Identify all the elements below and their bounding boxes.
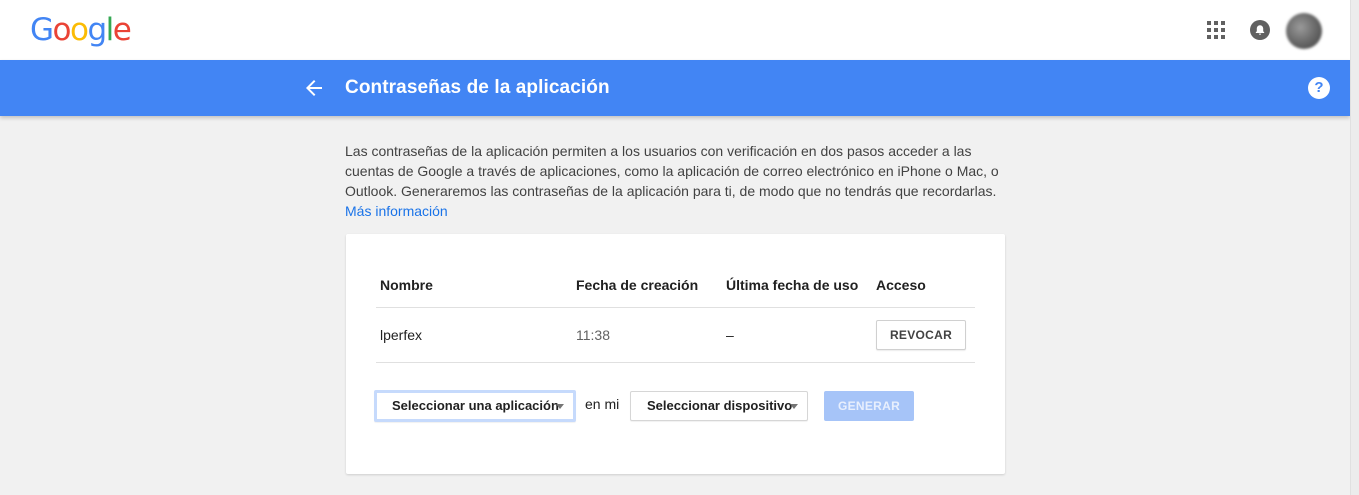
logo-letter: l bbox=[105, 12, 115, 48]
password-name: lperfex bbox=[380, 327, 423, 343]
google-logo[interactable]: Google bbox=[30, 11, 132, 49]
logo-letter: G bbox=[30, 12, 54, 48]
generate-controls: Seleccionar una aplicación en mi Selecci… bbox=[374, 389, 974, 423]
help-icon[interactable]: ? bbox=[1308, 77, 1330, 99]
avatar[interactable] bbox=[1286, 13, 1322, 49]
creation-date: 11:38 bbox=[576, 327, 610, 343]
logo-letter: g bbox=[87, 12, 107, 48]
select-device-dropdown[interactable]: Seleccionar dispositivo bbox=[630, 391, 808, 421]
description: Las contraseñas de la aplicación permite… bbox=[345, 141, 1005, 221]
last-used-date: – bbox=[726, 327, 734, 343]
chevron-down-icon bbox=[556, 404, 564, 409]
apps-icon[interactable] bbox=[1207, 21, 1225, 39]
logo-letter: o bbox=[52, 12, 72, 48]
notifications-icon[interactable] bbox=[1250, 20, 1270, 40]
logo-letter: e bbox=[112, 12, 132, 48]
arrow-left-icon[interactable] bbox=[303, 77, 325, 99]
description-text: Las contraseñas de la aplicación permite… bbox=[345, 143, 999, 199]
column-header-created: Fecha de creación bbox=[576, 277, 699, 293]
column-header-name: Nombre bbox=[380, 277, 433, 293]
table-header: Nombre Fecha de creación Última fecha de… bbox=[376, 260, 975, 308]
more-info-link[interactable]: Más información bbox=[345, 201, 448, 221]
app-passwords-table: Nombre Fecha de creación Última fecha de… bbox=[376, 260, 975, 363]
app-passwords-card: Nombre Fecha de creación Última fecha de… bbox=[346, 234, 1005, 474]
table-row: lperfex 11:38 – REVOCAR bbox=[376, 308, 975, 363]
revoke-button[interactable]: REVOCAR bbox=[876, 320, 966, 350]
column-header-access: Acceso bbox=[876, 277, 926, 293]
logo-letter: o bbox=[70, 12, 89, 48]
joiner-text: en mi bbox=[585, 396, 620, 412]
column-header-last-used: Última fecha de uso bbox=[726, 277, 859, 293]
select-app-dropdown[interactable]: Seleccionar una aplicación bbox=[374, 390, 576, 422]
page-title: Contraseñas de la aplicación bbox=[345, 77, 610, 98]
select-app-label: Seleccionar una aplicación bbox=[392, 398, 559, 413]
generate-button[interactable]: GENERAR bbox=[824, 391, 914, 421]
chevron-down-icon bbox=[790, 404, 798, 409]
scrollbar[interactable] bbox=[1350, 0, 1359, 495]
select-device-label: Seleccionar dispositivo bbox=[647, 398, 793, 413]
title-bar: Contraseñas de la aplicación ? bbox=[0, 60, 1350, 116]
top-bar: Google bbox=[0, 0, 1350, 60]
